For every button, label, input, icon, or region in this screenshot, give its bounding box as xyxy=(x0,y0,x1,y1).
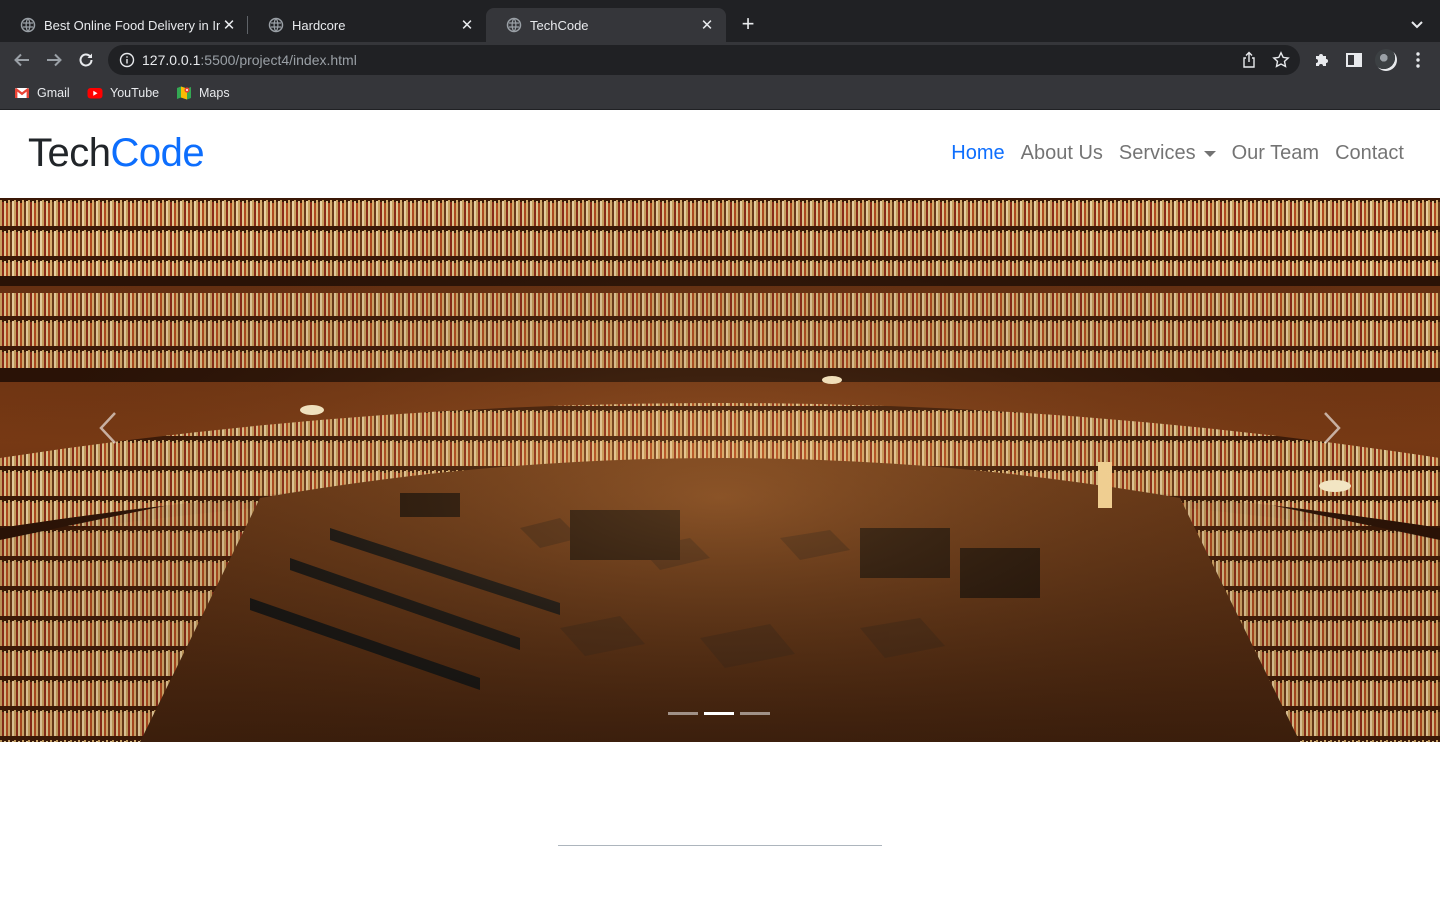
bookmark-youtube[interactable]: YouTube xyxy=(87,85,159,101)
chevron-down-icon[interactable] xyxy=(1406,14,1428,36)
bookmark-maps[interactable]: Maps xyxy=(176,85,230,101)
nav-link-contact[interactable]: Contact xyxy=(1335,142,1404,165)
arrow-left-icon xyxy=(14,53,29,67)
close-tab-icon[interactable]: ✕ xyxy=(458,16,476,34)
globe-icon xyxy=(20,17,36,33)
browser-toolbar: 127.0.0.1:5500/project4/index.html xyxy=(0,42,1440,78)
bookmark-label: Gmail xyxy=(37,86,70,100)
chevron-left-icon xyxy=(99,412,116,444)
tab-title: TechCode xyxy=(530,17,589,33)
bookmark-gmail[interactable]: Gmail xyxy=(14,85,70,101)
arrow-right-icon xyxy=(47,53,62,67)
brand-text-code: Code xyxy=(110,131,205,175)
reload-icon xyxy=(79,53,93,67)
back-button[interactable] xyxy=(8,46,36,74)
tab-techcode[interactable]: TechCode ✕ xyxy=(486,8,726,42)
tab-strip: Best Online Food Delivery in India ✕ Har… xyxy=(0,0,1440,42)
share-icon[interactable] xyxy=(1240,51,1258,69)
web-page: TechCode Home About Us Services Our Team… xyxy=(0,111,1440,900)
caret-down-icon xyxy=(1203,150,1216,157)
url-host: 127.0.0.1 xyxy=(142,52,201,68)
bookmark-label: YouTube xyxy=(110,86,160,100)
carousel-prev-button[interactable] xyxy=(88,408,128,448)
tab-food-delivery[interactable]: Best Online Food Delivery in India ✕ xyxy=(0,8,248,42)
star-icon[interactable] xyxy=(1272,51,1290,69)
puzzle-icon[interactable] xyxy=(1312,50,1332,70)
carousel-indicators xyxy=(668,712,770,715)
carousel-indicator-2[interactable] xyxy=(704,712,734,715)
tab-title: Hardcore xyxy=(292,17,346,33)
kebab-menu-icon[interactable] xyxy=(1408,50,1428,70)
tab-title: Best Online Food Delivery in India xyxy=(44,17,220,33)
site-navbar: TechCode Home About Us Services Our Team… xyxy=(0,111,1440,198)
forward-button[interactable] xyxy=(40,46,68,74)
chevron-right-icon xyxy=(1324,412,1341,444)
hero-carousel xyxy=(0,198,1440,742)
close-tab-icon[interactable]: ✕ xyxy=(220,16,238,34)
nav-links: Home About Us Services Our Team Contact xyxy=(951,142,1404,165)
globe-icon xyxy=(268,17,284,33)
tab-hardcore[interactable]: Hardcore ✕ xyxy=(248,8,486,42)
profile-avatar[interactable] xyxy=(1375,49,1397,71)
nav-link-about[interactable]: About Us xyxy=(1021,142,1103,165)
bookmarks-bar: Gmail YouTube Maps xyxy=(0,78,1440,110)
library-image xyxy=(0,198,1440,742)
bookmark-label: Maps xyxy=(199,86,230,100)
nav-link-home[interactable]: Home xyxy=(951,142,1004,165)
section-divider xyxy=(558,845,882,846)
gmail-icon xyxy=(14,87,30,98)
nav-dropdown-services[interactable]: Services xyxy=(1119,142,1216,165)
url-path: :5500/project4/index.html xyxy=(200,52,357,68)
maps-icon xyxy=(177,86,191,100)
brand-text-tech: Tech xyxy=(28,131,111,175)
nav-services-label: Services xyxy=(1118,142,1196,164)
carousel-next-button[interactable] xyxy=(1312,408,1352,448)
reload-button[interactable] xyxy=(72,46,100,74)
new-tab-button[interactable]: + xyxy=(736,13,760,37)
site-logo[interactable]: TechCode xyxy=(28,131,205,176)
nav-link-team[interactable]: Our Team xyxy=(1232,142,1319,165)
carousel-indicator-1[interactable] xyxy=(668,712,698,715)
address-bar[interactable]: 127.0.0.1:5500/project4/index.html xyxy=(108,45,1300,75)
url-text[interactable]: 127.0.0.1:5500/project4/index.html xyxy=(142,52,357,68)
side-panel-icon[interactable] xyxy=(1344,50,1364,70)
close-tab-icon[interactable]: ✕ xyxy=(698,16,716,34)
youtube-icon xyxy=(87,88,103,99)
info-icon[interactable] xyxy=(119,52,135,68)
carousel-indicator-3[interactable] xyxy=(740,712,770,715)
globe-icon xyxy=(506,17,522,33)
